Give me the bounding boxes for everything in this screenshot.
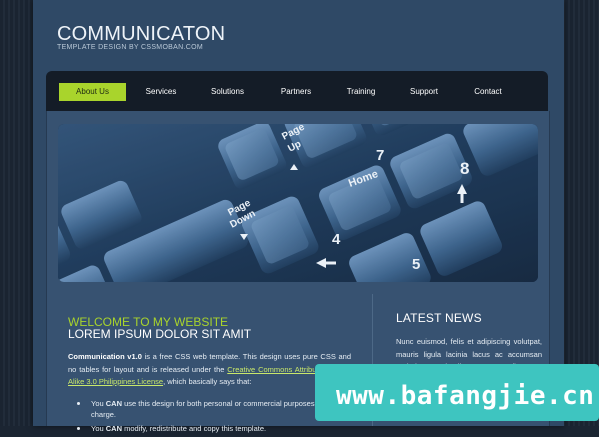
nav-item-training[interactable]: Training (335, 83, 387, 101)
intro-paragraph: Communication v1.0 is a free CSS web tem… (68, 351, 351, 389)
nav-item-about-us[interactable]: About Us (59, 83, 126, 101)
bullet-strong: CAN (105, 424, 122, 433)
list-item: You CAN modify, redistribute and copy th… (77, 423, 351, 434)
bullet-text-post: modify, redistribute and copy this templ… (122, 424, 267, 433)
site-tagline: TEMPLATE DESIGN BY CSSMOBAN.COM (57, 44, 203, 51)
bullet-icon (77, 402, 80, 405)
site-container: COMMUNICATON TEMPLATE DESIGN BY CSSMOBAN… (33, 0, 564, 433)
terms-list: You CAN use this design for both persona… (77, 398, 351, 437)
nav-item-support[interactable]: Support (398, 83, 450, 101)
nav-item-services[interactable]: Services (134, 83, 188, 101)
latest-news-heading: LATEST NEWS (396, 311, 482, 325)
list-item: You CAN use this design for both persona… (77, 398, 351, 420)
nav-item-partners[interactable]: Partners (269, 83, 323, 101)
bullet-text-post: use this design for both personal or com… (91, 399, 338, 419)
site-title[interactable]: COMMUNICATON (57, 23, 225, 46)
nav-item-solutions[interactable]: Solutions (199, 83, 256, 101)
main-navigation: About Us Services Solutions Partners Tra… (46, 71, 548, 111)
bullet-strong: CAN (105, 399, 122, 408)
bullet-text-pre: You (91, 399, 106, 408)
bullet-icon (77, 427, 80, 430)
watermark-text: www.bafangjie.cn (336, 381, 595, 411)
keyboard-photo: Page Up Page Down Home 7 8 4 5 (58, 124, 538, 282)
intro-text-b: , which basically says that: (163, 377, 252, 386)
welcome-subheading: LOREM IPSUM DOLOR SIT AMIT (68, 327, 252, 341)
header-banner-image: Page Up Page Down Home 7 8 4 5 (58, 124, 538, 282)
bullet-text-pre: You (91, 424, 106, 433)
nav-item-contact[interactable]: Contact (462, 83, 514, 101)
intro-strong: Communication v1.0 (68, 352, 142, 361)
